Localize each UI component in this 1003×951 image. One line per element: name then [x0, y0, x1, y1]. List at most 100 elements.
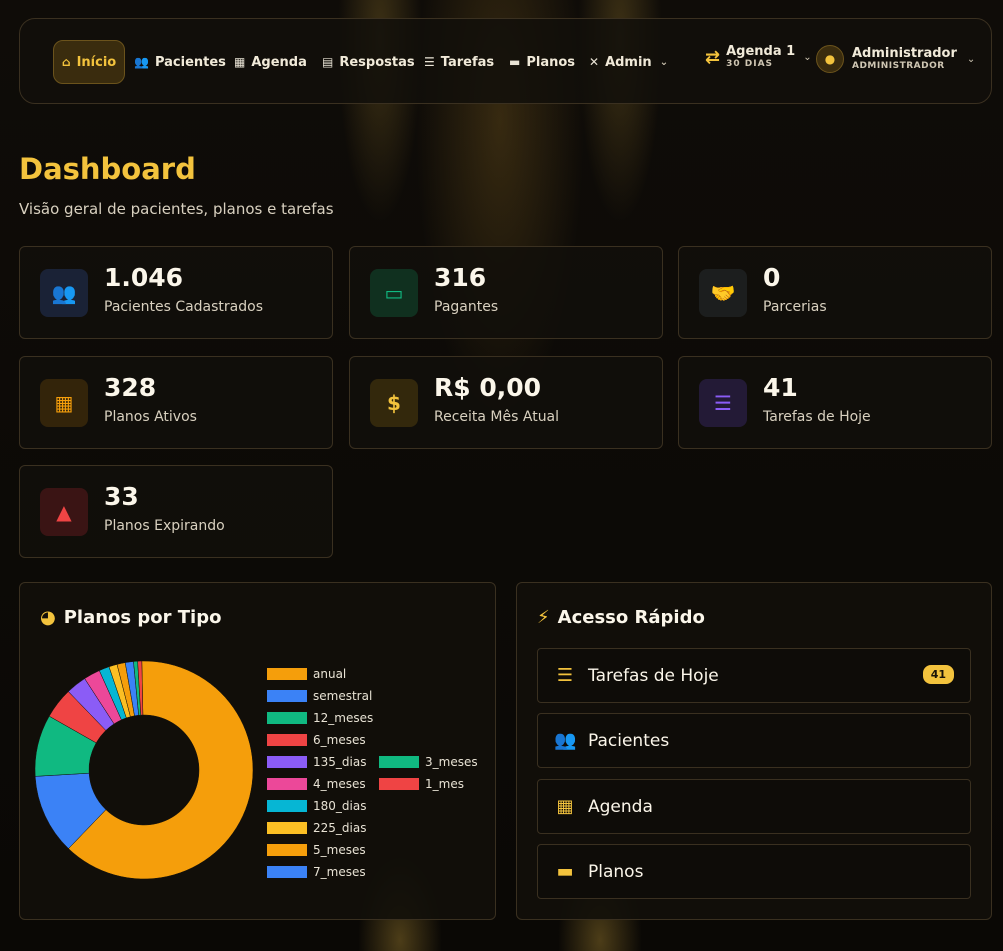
stat-card-expirando: ▲ 33 Planos Expirando	[19, 465, 333, 558]
legend-item-6_meses[interactable]: 6_meses	[267, 733, 366, 747]
quick-access-label: Agenda	[588, 796, 653, 817]
page-subtitle: Visão geral de pacientes, planos e taref…	[19, 200, 334, 218]
handshake-icon: 🤝	[699, 269, 747, 317]
page-title: Dashboard	[19, 152, 196, 186]
legend-item-180_dias[interactable]: 180_dias	[267, 799, 366, 813]
stat-label: Planos Expirando	[104, 518, 225, 534]
legend-item-1_mes[interactable]: 1_mes	[379, 777, 464, 791]
quick-access-tarefas[interactable]: ☰ Tarefas de Hoje 41	[537, 648, 971, 703]
agenda-subtitle: 30 DIAS	[726, 59, 774, 69]
dollar-icon: $	[370, 379, 418, 427]
quick-access-planos[interactable]: ▬ Planos	[537, 844, 971, 899]
clipboard-icon: ▤	[322, 55, 334, 69]
panel-title-text: Planos por Tipo	[63, 607, 222, 628]
home-icon: ⌂	[62, 55, 71, 69]
legend-label: anual	[313, 667, 347, 681]
users-icon: 👥	[40, 269, 88, 317]
list-check-icon: ☰	[556, 665, 574, 686]
legend-swatch	[267, 822, 307, 834]
stat-card-tarefas: ☰ 41 Tarefas de Hoje	[678, 356, 992, 449]
legend-swatch	[267, 690, 307, 702]
legend-item-12_meses[interactable]: 12_meses	[267, 711, 373, 725]
quick-access-panel: ⚡ Acesso Rápido ☰ Tarefas de Hoje 41 👥 P…	[516, 582, 992, 920]
users-icon: 👥	[134, 55, 149, 69]
stat-card-pacientes: 👥 1.046 Pacientes Cadastrados	[19, 246, 333, 339]
nav-item-planos[interactable]: ▬ Planos	[509, 40, 575, 84]
legend-item-semestral[interactable]: semestral	[267, 689, 372, 703]
warning-icon: ▲	[40, 488, 88, 536]
donut-chart	[35, 660, 254, 880]
nav-item-pacientes[interactable]: 👥 Pacientes	[134, 40, 226, 84]
tasks-icon: ☰	[424, 55, 435, 69]
nav-label: Agenda	[251, 54, 307, 70]
stat-value: 328	[104, 373, 157, 402]
legend-item-7_meses[interactable]: 7_meses	[267, 865, 366, 879]
legend-swatch	[267, 866, 307, 878]
legend-label: semestral	[313, 689, 373, 703]
legend-label: 12_meses	[313, 711, 374, 725]
chart-legend: anual semestral 12_meses 6_meses 135_dias 4_m…	[267, 667, 487, 887]
legend-swatch	[267, 734, 307, 746]
stat-label: Parcerias	[763, 299, 827, 315]
legend-item-anual[interactable]: anual	[267, 667, 346, 681]
quick-access-label: Planos	[588, 861, 644, 882]
legend-swatch	[267, 800, 307, 812]
stat-label: Pacientes Cadastrados	[104, 299, 263, 315]
nav-item-inicio[interactable]: ⌂ Início	[53, 40, 126, 84]
list-check-icon: ☰	[699, 379, 747, 427]
legend-item-135_dias[interactable]: 135_dias	[267, 755, 366, 769]
panel-title: ⚡ Acesso Rápido	[537, 607, 705, 628]
tools-icon: ✕	[589, 55, 600, 69]
stat-label: Receita Mês Atual	[434, 409, 560, 425]
quick-access-agenda[interactable]: ▦ Agenda	[537, 779, 971, 834]
stat-card-parcerias: 🤝 0 Parcerias	[678, 246, 992, 339]
pie-chart-icon: ◕	[40, 607, 56, 628]
panel-title-text: Acesso Rápido	[557, 607, 705, 628]
stat-value: R$ 0,00	[434, 373, 542, 402]
nav-label: Tarefas	[440, 54, 495, 70]
card-icon: ▭	[370, 269, 418, 317]
stat-card-pagantes: ▭ 316 Pagantes	[349, 246, 663, 339]
stat-card-planos-ativos: ▦ 328 Planos Ativos	[19, 356, 333, 449]
nav-item-tarefas[interactable]: ☰ Tarefas	[424, 40, 494, 84]
legend-label: 4_meses	[313, 777, 366, 791]
users-icon: 👥	[554, 730, 577, 751]
agenda-selector[interactable]: ⇄ Agenda 1 30 DIAS ⌄	[705, 44, 812, 70]
legend-swatch	[267, 712, 307, 724]
legend-label: 225_dias	[313, 821, 367, 835]
user-icon: ●	[824, 52, 836, 66]
legend-swatch	[379, 778, 419, 790]
chevron-down-icon: ⌄	[659, 56, 669, 68]
nav-label: Respostas	[339, 54, 415, 70]
chevron-down-icon: ⌄	[803, 51, 812, 63]
bolt-icon: ⚡	[537, 607, 550, 628]
nav-label: Pacientes	[154, 54, 226, 70]
stat-value: 1.046	[104, 263, 184, 292]
quick-access-label: Tarefas de Hoje	[588, 665, 719, 686]
stat-value: 316	[434, 263, 487, 292]
legend-item-225_dias[interactable]: 225_dias	[267, 821, 366, 835]
top-navbar: ⌂ Início 👥 Pacientes ▦ Agenda ▤ Resposta…	[19, 18, 992, 104]
legend-label: 180_dias	[313, 799, 367, 813]
legend-item-4_meses[interactable]: 4_meses	[267, 777, 366, 791]
nav-item-respostas[interactable]: ▤ Respostas	[322, 40, 415, 84]
user-role: ADMINISTRADOR	[852, 61, 945, 71]
agenda-title: Agenda 1	[726, 44, 796, 59]
quick-access-pacientes[interactable]: 👥 Pacientes	[537, 713, 971, 768]
legend-label: 5_meses	[313, 843, 366, 857]
count-badge: 41	[922, 665, 954, 684]
stat-label: Planos Ativos	[104, 409, 197, 425]
legend-item-5_meses[interactable]: 5_meses	[267, 843, 366, 857]
legend-swatch	[379, 756, 419, 768]
legend-swatch	[267, 756, 307, 768]
user-menu[interactable]: ● Administrador ADMINISTRADOR ⌄	[816, 45, 975, 73]
stat-value: 41	[763, 373, 798, 402]
stat-value: 33	[104, 482, 139, 511]
legend-item-3_meses[interactable]: 3_meses	[379, 755, 478, 769]
nav-item-admin[interactable]: ✕ Admin ⌄	[589, 40, 668, 84]
nav-label: Início	[76, 54, 117, 70]
nav-item-agenda[interactable]: ▦ Agenda	[234, 40, 307, 84]
calendar-icon: ▦	[556, 796, 574, 817]
legend-label: 6_meses	[313, 733, 366, 747]
stat-card-receita: $ R$ 0,00 Receita Mês Atual	[349, 356, 663, 449]
